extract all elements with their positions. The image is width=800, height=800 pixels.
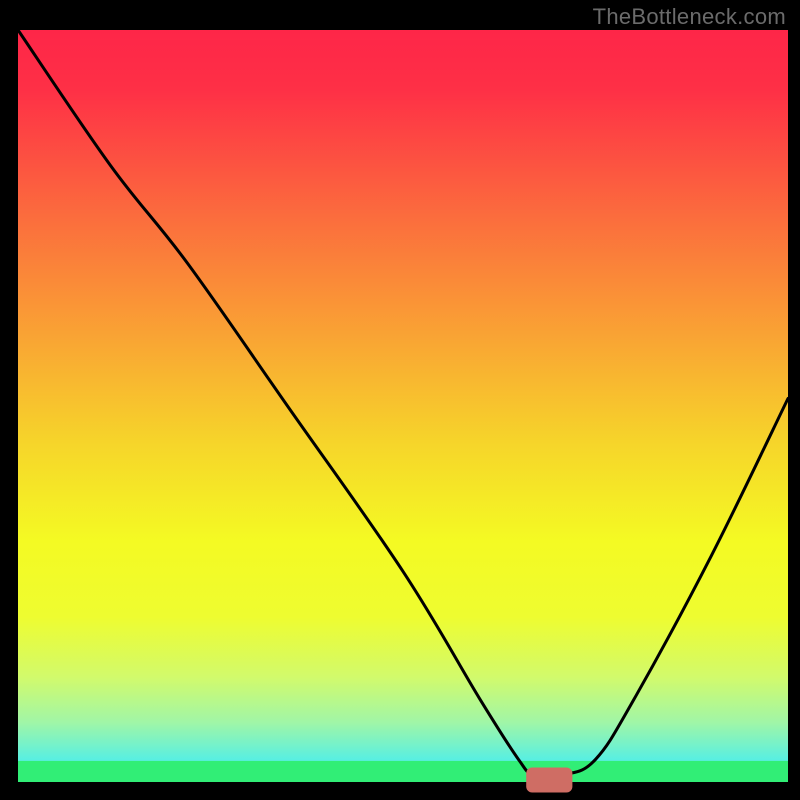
watermark-text: TheBottleneck.com xyxy=(593,4,786,30)
chart-frame: TheBottleneck.com xyxy=(0,0,800,800)
bottleneck-chart xyxy=(0,0,800,800)
green-band xyxy=(18,761,788,782)
plot-area xyxy=(18,30,788,782)
optimal-marker xyxy=(526,767,572,792)
